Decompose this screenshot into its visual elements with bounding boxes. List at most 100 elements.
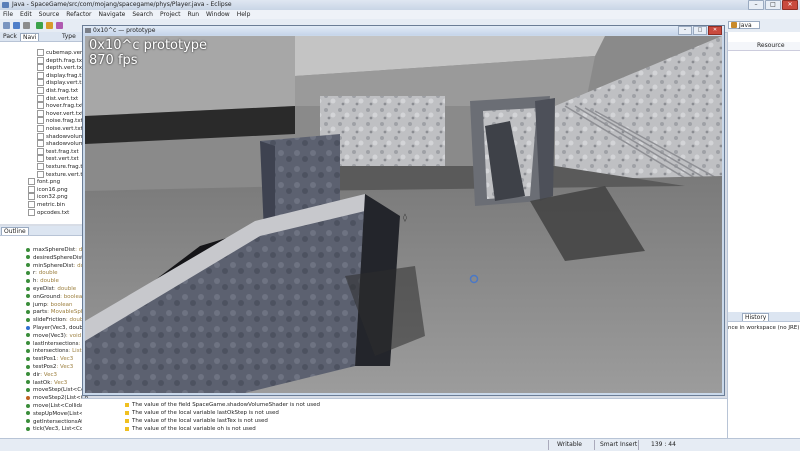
resource-column-header[interactable]: Resource (757, 42, 785, 50)
game-viewport[interactable]: ◊ 0x10^c prototype 870 fps (85, 36, 722, 393)
file-item[interactable]: texture.frag.txt (37, 163, 88, 170)
tab-navigator[interactable]: Navi (20, 33, 40, 41)
file-item[interactable]: noise.frag.txt (37, 117, 83, 125)
member-icon (26, 341, 30, 346)
outline-item[interactable]: moveStep2(List<Co (26, 394, 88, 402)
status-cursor-position: 139 : 44 (651, 441, 676, 448)
new-icon[interactable] (3, 22, 10, 29)
menu-navigate[interactable]: Navigate (98, 10, 125, 19)
file-icon (28, 178, 35, 186)
game-scene: ◊ (85, 36, 722, 393)
menu-help[interactable]: Help (237, 10, 251, 19)
file-item[interactable]: display.vert.txt (37, 79, 87, 87)
outline-item[interactable]: lastOk: Vec3 (26, 379, 67, 387)
tab-type-hierarchy[interactable]: Type (60, 33, 78, 40)
perspective-java-button[interactable]: Java (728, 21, 760, 29)
game-window[interactable]: 0x10^c — prototype – □ ✕ ◊ 0x10^c protot… (82, 25, 725, 396)
menu-file[interactable]: File (3, 10, 13, 19)
member-icon (26, 247, 30, 252)
menu-edit[interactable]: Edit (20, 10, 32, 19)
file-item[interactable]: dist.frag.txt (37, 87, 78, 94)
outline-item[interactable]: jump: boolean (26, 301, 72, 309)
outline-panel: Outline maxSphereDist: doubledesiredSphe… (0, 226, 110, 438)
outline-item[interactable]: desiredSphereDist (26, 254, 83, 262)
menu-source[interactable]: Source (39, 10, 60, 19)
file-item[interactable]: display.frag.txt (37, 71, 87, 79)
file-icon (37, 94, 44, 102)
outline-item[interactable]: h: double (26, 277, 59, 285)
menu-search[interactable]: Search (132, 10, 153, 19)
outline-item[interactable]: lastIntersections: Li (26, 340, 87, 348)
file-item[interactable]: opcodes.txt (28, 208, 69, 216)
file-item[interactable]: noise.vert.txt (37, 125, 83, 132)
outline-item[interactable]: eyeDist: double (26, 285, 76, 293)
file-item[interactable]: test.vert.txt (37, 155, 79, 163)
file-item[interactable]: icon16.png (28, 185, 68, 193)
outline-item[interactable]: onGround: boolean (26, 293, 86, 301)
member-icon (26, 278, 30, 283)
problem-row[interactable]: The value of the local variable lastOkSt… (125, 409, 279, 417)
game-maximize-button[interactable]: □ (693, 26, 707, 35)
menu-refactor[interactable]: Refactor (66, 10, 91, 19)
minimize-button[interactable]: – (748, 0, 764, 10)
outline-item[interactable]: moveStep(List<Coll (26, 386, 88, 394)
file-item[interactable]: test.frag.txt (37, 147, 79, 155)
member-icon (26, 255, 30, 260)
outline-item[interactable]: testPos2: Vec3 (26, 363, 73, 371)
outline-item[interactable]: r: double (26, 269, 58, 277)
file-item[interactable]: depth.frag.txt (37, 56, 84, 64)
file-item[interactable]: dist.vert.txt (37, 94, 78, 102)
tab-outline[interactable]: Outline (1, 227, 29, 235)
file-icon (28, 208, 35, 216)
menu-run[interactable]: Run (188, 10, 200, 19)
hud-fps: 870 fps (89, 53, 138, 68)
file-icon (37, 102, 44, 110)
problem-row[interactable]: The value of the local variable lastTex … (125, 417, 268, 425)
game-title-bar: 0x10^c — prototype – □ ✕ (83, 26, 724, 35)
outline-item[interactable]: Player(Vec3, double (26, 324, 88, 332)
status-separator (548, 440, 549, 450)
game-window-icon (85, 28, 91, 33)
close-button[interactable]: ✕ (782, 0, 798, 10)
file-item[interactable]: shadowvolume (37, 132, 87, 140)
problem-row[interactable]: The value of the field SpaceGame.shadowV… (125, 401, 320, 409)
file-item[interactable]: depth.vert.txt (37, 64, 84, 72)
debug-icon[interactable] (46, 22, 53, 29)
file-icon (28, 193, 35, 201)
problem-row[interactable]: The value of the local variable oh is no… (125, 425, 256, 433)
file-icon (37, 49, 44, 56)
outline-item[interactable]: dir: Vec3 (26, 371, 57, 379)
game-minimize-button[interactable]: – (678, 26, 692, 35)
jre-message: nce in workspace (no JRE) (728, 325, 800, 331)
file-item[interactable]: metric.bin (28, 201, 65, 208)
file-item[interactable]: hover.vert.txt (37, 109, 83, 117)
outline-item[interactable]: testPos1: Vec3 (26, 355, 73, 363)
file-item[interactable]: icon32.png (28, 193, 68, 201)
menu-window[interactable]: Window (206, 10, 230, 19)
print-icon[interactable] (23, 22, 30, 29)
file-item[interactable]: texture.vert.txt (37, 170, 88, 178)
maximize-button[interactable]: □ (765, 0, 781, 10)
game-close-button[interactable]: ✕ (708, 26, 722, 35)
file-item[interactable]: shadowvolume (37, 140, 87, 148)
file-icon (37, 140, 44, 148)
outline-item[interactable]: slideFriction: double (26, 316, 88, 324)
perspective-label: Java (739, 22, 752, 29)
right-panel: Resource History nce in workspace (no JR… (727, 32, 800, 438)
external-tools-icon[interactable] (56, 22, 63, 29)
run-icon[interactable] (36, 22, 43, 29)
hud-title: 0x10^c prototype (89, 38, 208, 53)
tab-package-explorer[interactable]: Pack (1, 33, 19, 40)
file-item[interactable]: font.png (28, 178, 60, 186)
save-icon[interactable] (13, 22, 20, 29)
file-icon (28, 201, 35, 208)
file-item[interactable]: hover.frag.txt (37, 102, 83, 110)
status-bar: Writable Smart Insert 139 : 44 (0, 438, 800, 451)
member-icon (26, 395, 30, 400)
member-icon (26, 263, 30, 268)
outline-item[interactable]: parts: MovableSphe (26, 308, 88, 316)
tab-history[interactable]: History (742, 313, 770, 321)
menu-project[interactable]: Project (160, 10, 181, 19)
outline-item[interactable]: move(Vec3): void (26, 332, 81, 340)
outline-item[interactable]: intersections: List< (26, 347, 86, 355)
